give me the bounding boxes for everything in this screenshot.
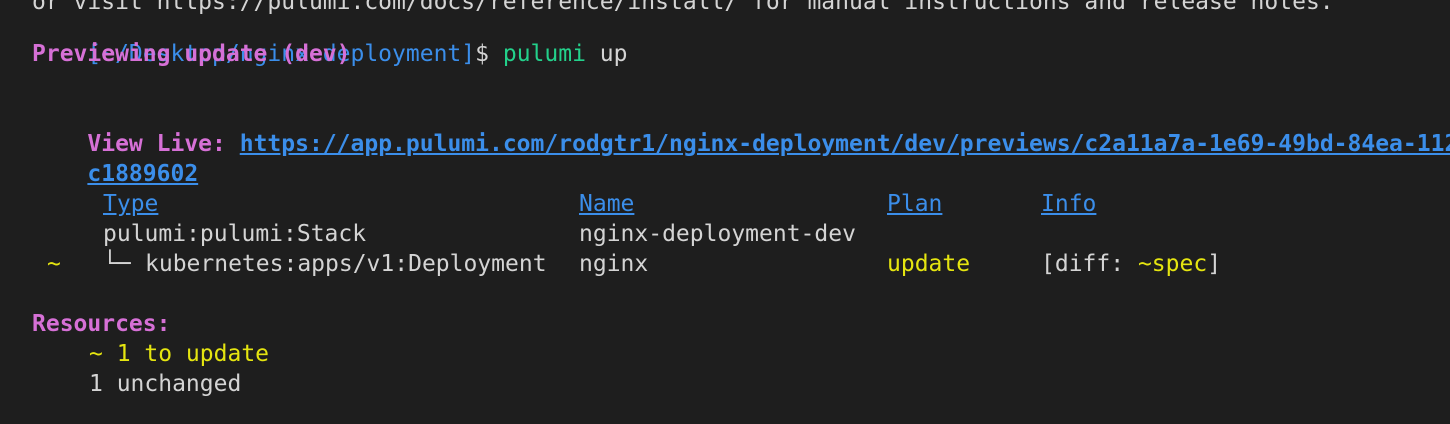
header-type: Type xyxy=(103,191,159,217)
info-diff-spec: ~spec xyxy=(1137,251,1208,277)
resources-label: Resources: xyxy=(32,311,171,337)
row-stack-type: pulumi:pulumi:Stack xyxy=(103,221,367,247)
row-deployment-info: [diff: ~spec] xyxy=(1041,249,1221,279)
terminal-window[interactable]: or visit https://pulumi.com/docs/referen… xyxy=(0,0,1450,424)
command-name: pulumi xyxy=(502,41,586,67)
prompt-symbol: $ xyxy=(475,41,489,67)
header-name: Name xyxy=(579,191,635,217)
resources-unchanged: 1 unchanged xyxy=(89,371,242,397)
row-deployment-name: nginx xyxy=(579,251,649,277)
tree-branch: └─ xyxy=(103,251,131,277)
row-deployment-plan: update xyxy=(887,251,971,277)
row-stack-name: nginx-deployment-dev xyxy=(579,221,856,247)
prompt-line: [~/Desktop/nginx-deployment]$ pulumi up xyxy=(32,9,627,67)
info-prefix: [diff: xyxy=(1041,251,1138,277)
row-op-tilde: ~ xyxy=(47,251,61,277)
resources-to-update: ~ 1 to update xyxy=(89,341,270,367)
info-suffix: ] xyxy=(1207,251,1222,277)
header-info: Info xyxy=(1041,191,1097,217)
row-deployment-type: kubernetes:apps/v1:Deployment xyxy=(145,251,547,277)
view-live-link[interactable]: https://app.pulumi.com/rodgtr1/nginx-dep… xyxy=(240,131,1450,157)
preview-header: Previewing update (dev) xyxy=(32,41,351,67)
view-live-line: View Live: https://app.pulumi.com/rodgtr… xyxy=(32,99,1450,157)
header-plan: Plan xyxy=(887,191,943,217)
view-live-link-continued: c1889602 xyxy=(32,129,198,187)
view-live-link-wrap[interactable]: c1889602 xyxy=(87,161,198,187)
command-args: up xyxy=(599,41,628,67)
